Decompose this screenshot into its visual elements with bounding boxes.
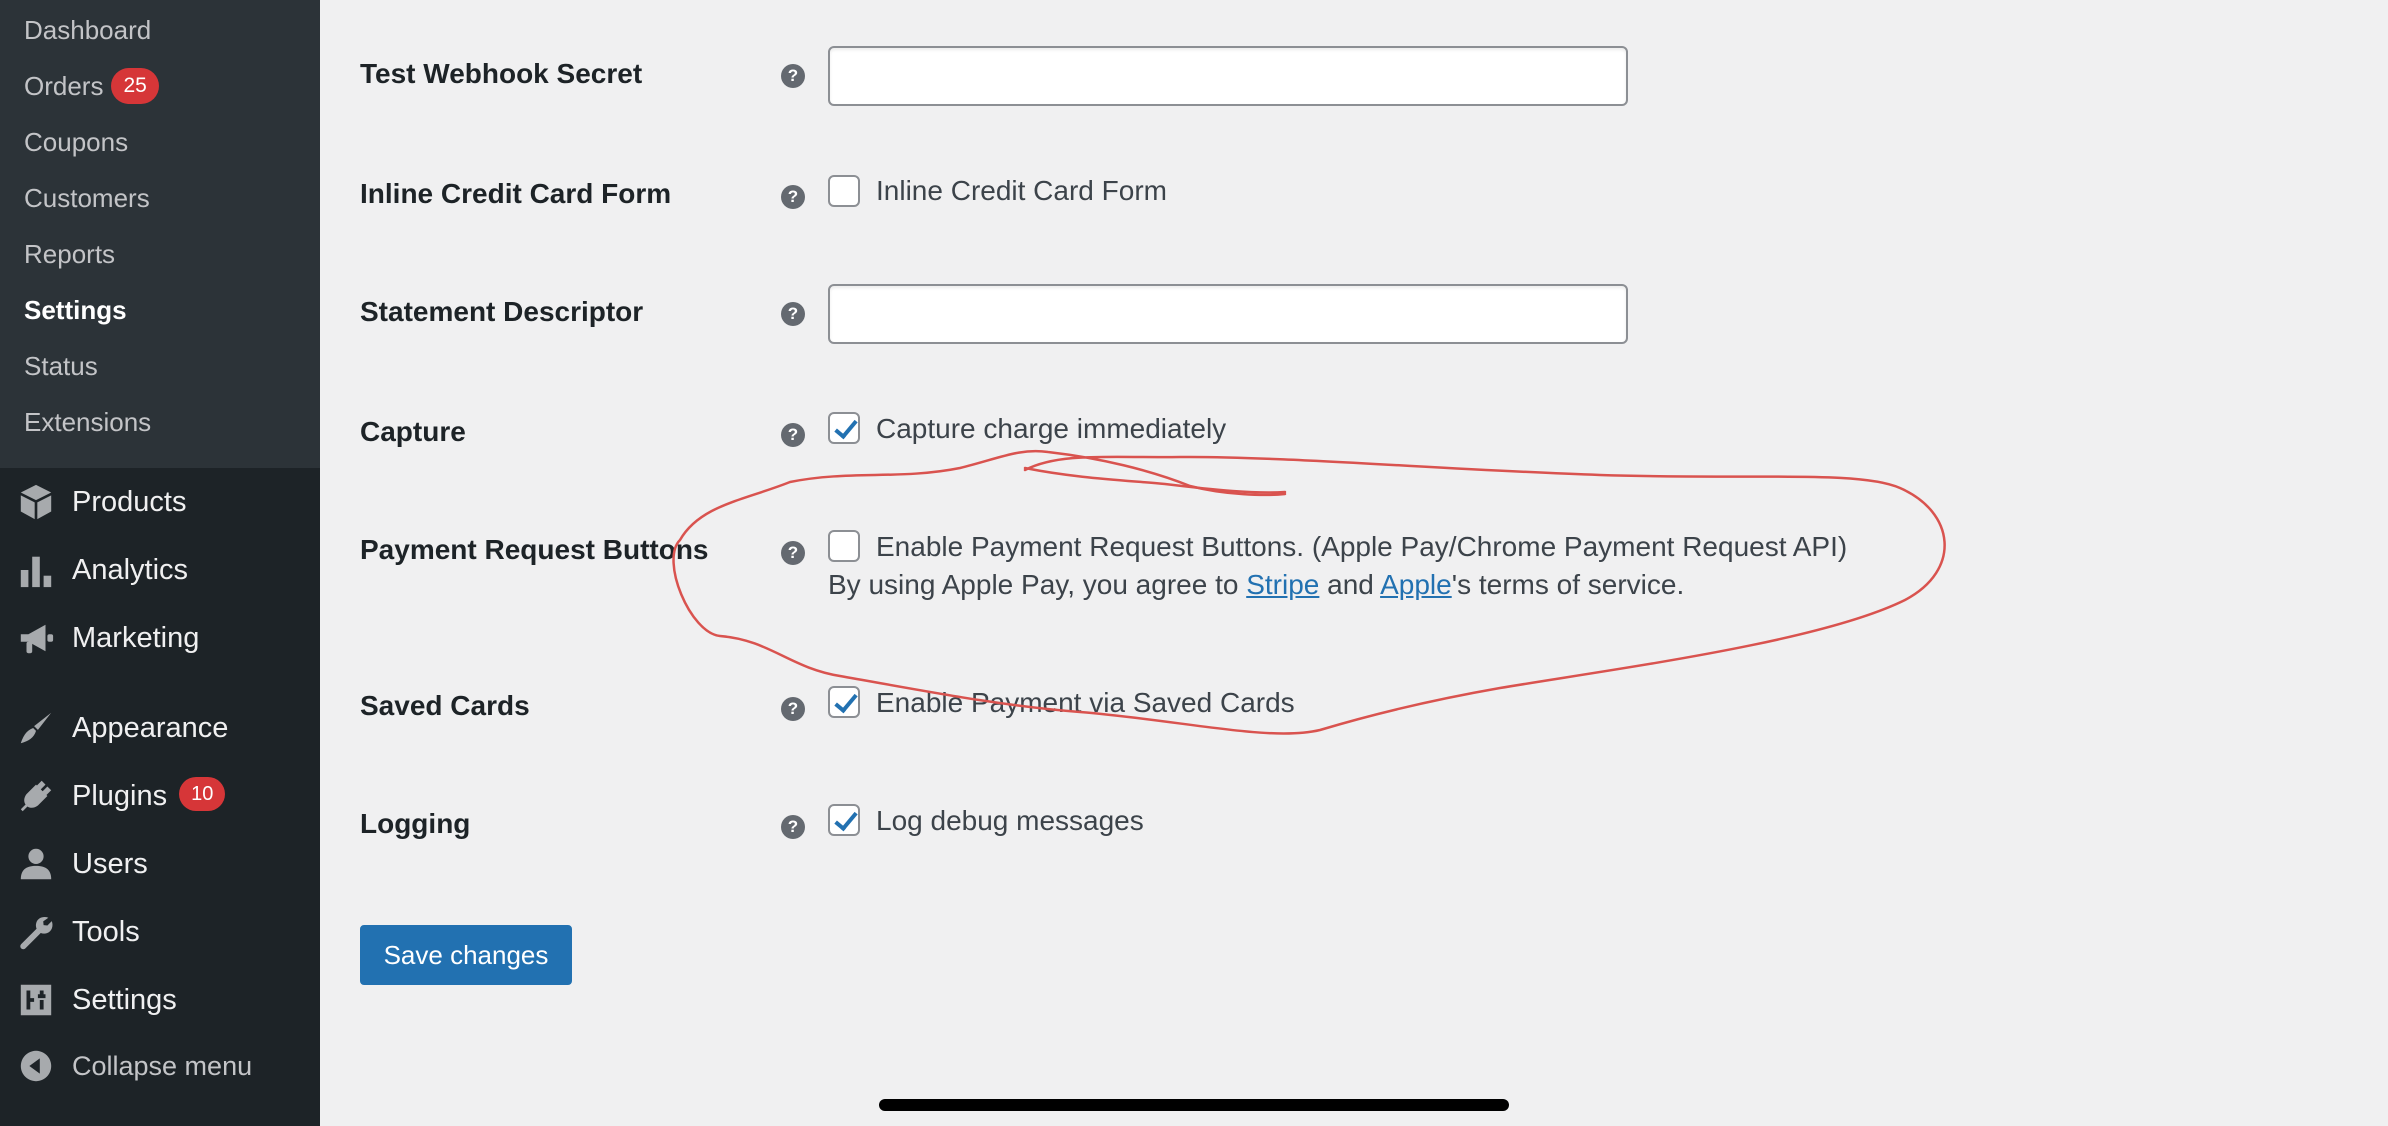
- save-changes-button[interactable]: Save changes: [360, 925, 572, 985]
- submenu-label: Dashboard: [24, 15, 152, 45]
- capture-checkbox-label[interactable]: Capture charge immediately: [876, 413, 1226, 445]
- saved-cards-checkbox-label[interactable]: Enable Payment via Saved Cards: [876, 687, 1295, 719]
- submenu-item-coupons[interactable]: Coupons: [24, 122, 128, 162]
- menu-item-products[interactable]: Products: [0, 474, 320, 530]
- test-webhook-secret-label: Test Webhook Secret: [360, 58, 643, 89]
- description-text: By using Apple Pay, you agree to: [828, 569, 1247, 600]
- cube-icon: [0, 474, 72, 530]
- payment-request-buttons-checkbox-label[interactable]: Enable Payment Request Buttons. (Apple P…: [876, 531, 1847, 563]
- inline-credit-card-form-checkbox-label[interactable]: Inline Credit Card Form: [876, 175, 1167, 207]
- collapse-menu-label: Collapse menu: [72, 1050, 253, 1081]
- menu-label: Products: [72, 485, 187, 518]
- annotation-stroke: [1023, 466, 1287, 494]
- menu-item-users[interactable]: Users: [0, 836, 320, 892]
- statement-descriptor-input[interactable]: [828, 284, 1628, 344]
- home-indicator: [879, 1099, 1509, 1111]
- submenu-item-settings[interactable]: Settings: [24, 290, 127, 330]
- menu-label: Settings: [72, 983, 177, 1016]
- saved-cards-checkbox[interactable]: [828, 686, 860, 718]
- menu-label: Marketing: [72, 621, 200, 654]
- capture-checkbox[interactable]: [828, 412, 860, 444]
- payment-request-buttons-label: Payment Request Buttons: [360, 534, 709, 565]
- inline-credit-card-form-label: Inline Credit Card Form: [360, 178, 672, 209]
- menu-label: Plugins: [72, 779, 168, 812]
- admin-sidebar: Dashboard Orders 25 Coupons Customers Rep…: [0, 0, 320, 1126]
- menu-label: Analytics: [72, 553, 189, 586]
- description-text: and: [1319, 569, 1381, 600]
- saved-cards-label: Saved Cards: [360, 690, 530, 721]
- help-icon[interactable]: ?: [781, 423, 805, 447]
- help-icon[interactable]: ?: [781, 697, 805, 721]
- apple-terms-link[interactable]: Apple: [1380, 569, 1452, 600]
- submenu-item-extensions[interactable]: Extensions: [24, 402, 151, 442]
- submenu-label: Extensions: [24, 407, 152, 437]
- menu-item-settings[interactable]: Settings: [0, 972, 320, 1028]
- inline-credit-card-form-checkbox[interactable]: [828, 175, 860, 207]
- help-icon[interactable]: ?: [781, 185, 805, 209]
- help-icon[interactable]: ?: [781, 815, 805, 839]
- orders-count-badge: 25: [111, 68, 159, 105]
- submenu-item-dashboard[interactable]: Dashboard: [24, 10, 151, 50]
- submenu-label: Settings: [24, 295, 127, 325]
- submenu-label: Reports: [24, 239, 116, 269]
- logging-label: Logging: [360, 808, 471, 839]
- collapse-arrow-icon: [0, 1038, 72, 1094]
- help-icon[interactable]: ?: [781, 64, 805, 88]
- sliders-icon: [0, 972, 72, 1028]
- woocommerce-submenu: Dashboard Orders 25 Coupons Customers Rep…: [0, 0, 320, 468]
- submenu-item-orders[interactable]: Orders 25: [24, 66, 159, 106]
- menu-item-analytics[interactable]: Analytics: [0, 542, 320, 598]
- paintbrush-icon: [0, 700, 72, 756]
- submenu-label: Status: [24, 351, 98, 381]
- payment-request-description: By using Apple Pay, you agree to Stripe …: [828, 569, 1684, 601]
- description-text: 's terms of service.: [1451, 569, 1685, 600]
- capture-label: Capture: [360, 416, 466, 447]
- submenu-label: Coupons: [24, 127, 129, 157]
- help-icon[interactable]: ?: [781, 541, 805, 565]
- payment-request-buttons-checkbox[interactable]: [828, 530, 860, 562]
- stripe-terms-link[interactable]: Stripe: [1246, 569, 1319, 600]
- submenu-label: Customers: [24, 183, 150, 213]
- menu-label: Appearance: [72, 711, 229, 744]
- menu-item-tools[interactable]: Tools: [0, 904, 320, 960]
- submenu-item-reports[interactable]: Reports: [24, 234, 115, 274]
- submenu-item-status[interactable]: Status: [24, 346, 98, 386]
- wrench-icon: [0, 904, 72, 960]
- plug-icon: [0, 768, 72, 824]
- submenu-item-customers[interactable]: Customers: [24, 178, 150, 218]
- statement-descriptor-label: Statement Descriptor: [360, 296, 644, 327]
- menu-label: Users: [72, 847, 148, 880]
- plugins-count-badge: 10: [179, 777, 226, 811]
- collapse-menu-button[interactable]: Collapse menu: [0, 1038, 320, 1094]
- hand-drawn-annotation: [672, 449, 1946, 735]
- help-icon[interactable]: ?: [781, 302, 805, 326]
- bar-chart-icon: [0, 542, 72, 598]
- submenu-label: Orders: [24, 71, 104, 101]
- test-webhook-secret-input[interactable]: [828, 46, 1628, 106]
- user-icon: [0, 836, 72, 892]
- logging-checkbox-label[interactable]: Log debug messages: [876, 805, 1144, 837]
- megaphone-icon: [0, 610, 72, 666]
- menu-item-appearance[interactable]: Appearance: [0, 700, 320, 756]
- logging-checkbox[interactable]: [828, 804, 860, 836]
- menu-label: Tools: [72, 915, 140, 948]
- menu-item-plugins[interactable]: Plugins 10: [0, 768, 320, 824]
- menu-item-marketing[interactable]: Marketing: [0, 610, 320, 666]
